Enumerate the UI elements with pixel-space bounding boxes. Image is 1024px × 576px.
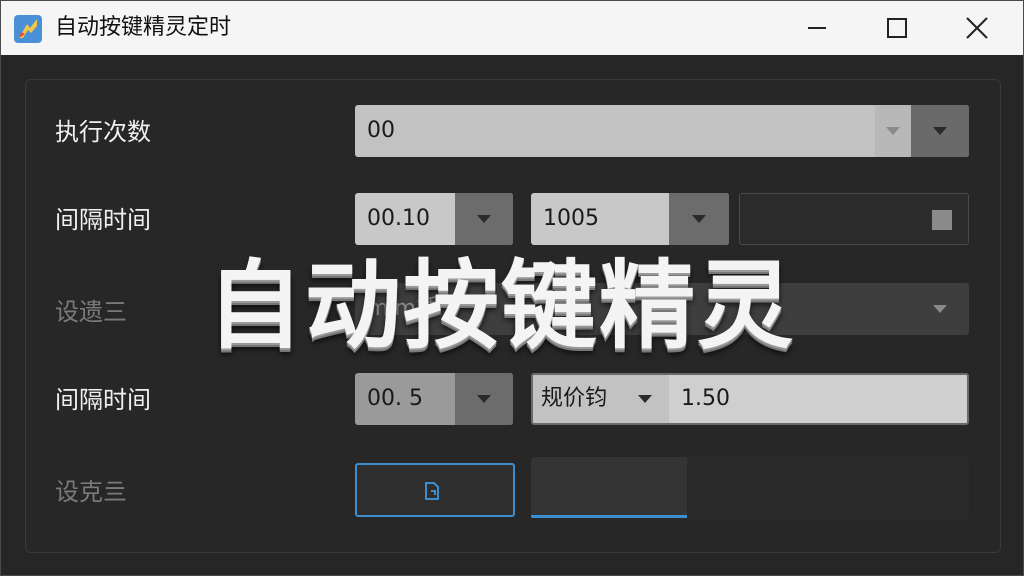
interval-2b-value: 1.50	[681, 386, 730, 411]
exec-count-combobox[interactable]: 00	[355, 105, 969, 157]
unit-value: 规价钧	[541, 386, 608, 411]
chevron-down-icon	[886, 127, 900, 135]
chevron-down-icon	[933, 305, 947, 313]
interval-2a-value: 00. 5	[367, 386, 423, 411]
minimize-button[interactable]	[787, 1, 847, 55]
app-logo-icon	[13, 14, 43, 44]
minimize-icon	[808, 27, 826, 29]
close-button[interactable]	[947, 1, 1007, 55]
interval-2a-combobox[interactable]: 00. 5	[355, 373, 513, 425]
app-window: 自动按键精灵定时 执行次数 00 间隔时间 00.10 1005 设遗三 mim…	[0, 0, 1024, 576]
setting-label-1: 设遗三	[55, 298, 127, 326]
maximize-icon	[887, 18, 907, 38]
setting-label-2: 设克亖	[55, 478, 127, 506]
file-arrow-icon	[421, 479, 445, 507]
chevron-down-icon	[477, 215, 491, 223]
watermark-text: 自动按键精灵	[207, 250, 795, 362]
interval-label: 间隔时间	[55, 206, 151, 234]
exec-count-dropdown-button[interactable]	[911, 105, 969, 157]
progress-area	[531, 457, 969, 519]
interval-label-2: 间隔时间	[55, 386, 151, 414]
interval-b-value: 1005	[543, 206, 599, 231]
window-title: 自动按键精灵定时	[55, 15, 232, 40]
exec-count-label: 执行次数	[55, 118, 151, 146]
exec-count-value: 00	[367, 118, 395, 143]
unit-select[interactable]: 规价钧	[533, 375, 669, 423]
chevron-down-icon	[477, 395, 491, 403]
chevron-down-icon	[933, 127, 947, 135]
maximize-button[interactable]	[867, 1, 927, 55]
chevron-down-icon	[692, 215, 706, 223]
interval-b-combobox[interactable]: 1005	[531, 193, 729, 245]
close-icon	[966, 17, 988, 39]
progress-bar	[531, 515, 687, 518]
title-bar[interactable]: 自动按键精灵定时	[1, 1, 1023, 55]
interval-a-value: 00.10	[367, 206, 430, 231]
interval-2b-group: 规价钧 1.50	[531, 373, 969, 425]
setting-1-dropdown-button[interactable]	[911, 283, 969, 335]
file-button[interactable]	[355, 463, 515, 517]
chevron-down-icon	[638, 395, 652, 403]
interval-a-combobox[interactable]: 00.10	[355, 193, 513, 245]
interval-2a-dropdown-button[interactable]	[455, 373, 513, 425]
progress-segment	[531, 457, 687, 517]
checkbox[interactable]	[932, 210, 952, 230]
interval-2b-input[interactable]: 1.50	[669, 375, 967, 423]
interval-b-dropdown-button[interactable]	[669, 193, 729, 245]
exec-count-spin-button[interactable]	[875, 105, 911, 157]
interval-a-dropdown-button[interactable]	[455, 193, 513, 245]
interval-option-box[interactable]	[739, 193, 969, 245]
